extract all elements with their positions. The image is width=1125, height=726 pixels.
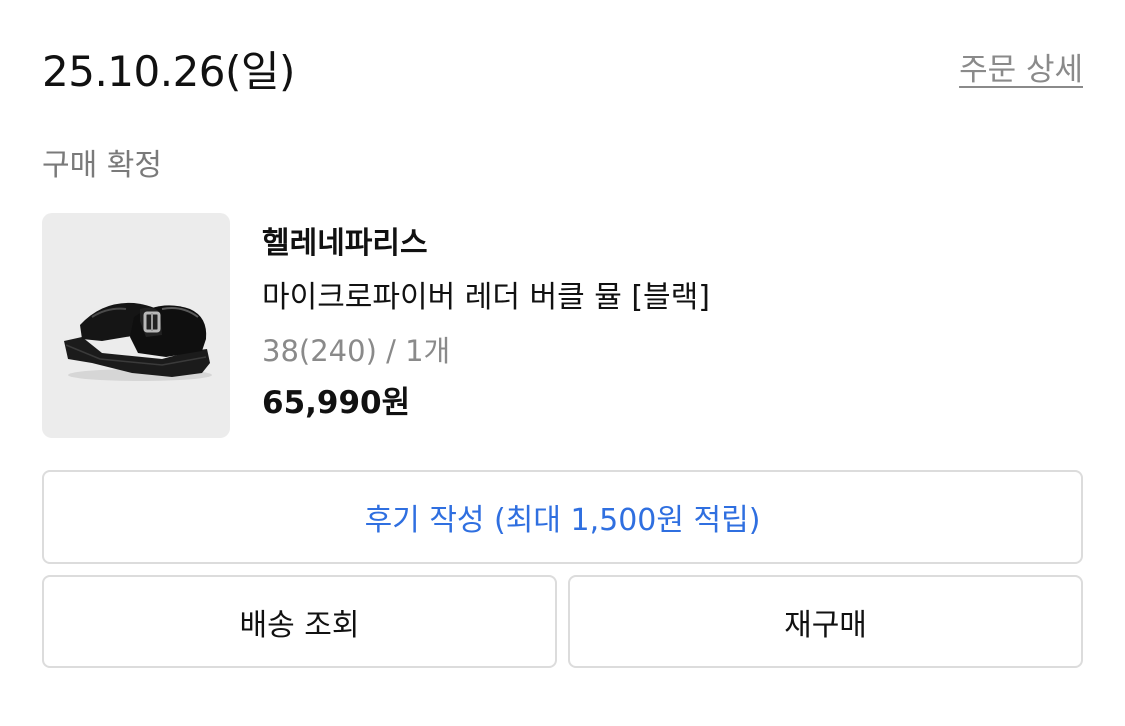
order-date: 25.10.26(일) [42,47,295,96]
order-status: 구매 확정 [42,148,162,183]
product-name[interactable]: 마이크로파이버 레더 버클 뮬 [블랙] [262,276,710,320]
product-info: 헬레네파리스 마이크로파이버 레더 버클 뮬 [블랙] 38(240) / 1개… [262,222,710,425]
order-card: 25.10.26(일) 주문 상세 구매 확정 헬레네파리스 마이크로파이버 레… [0,0,1125,726]
product-brand[interactable]: 헬레네파리스 [262,222,710,266]
order-detail-link[interactable]: 주문 상세 [959,50,1083,90]
reorder-button[interactable]: 재구매 [568,575,1083,668]
product-option: 38(240) / 1개 [262,334,451,368]
shoe-image [64,302,212,381]
product-image[interactable] [42,213,230,438]
product-price: 65,990원 [262,385,411,421]
write-review-button[interactable]: 후기 작성 (최대 1,500원 적립) [42,470,1083,564]
track-delivery-button[interactable]: 배송 조회 [42,575,557,668]
